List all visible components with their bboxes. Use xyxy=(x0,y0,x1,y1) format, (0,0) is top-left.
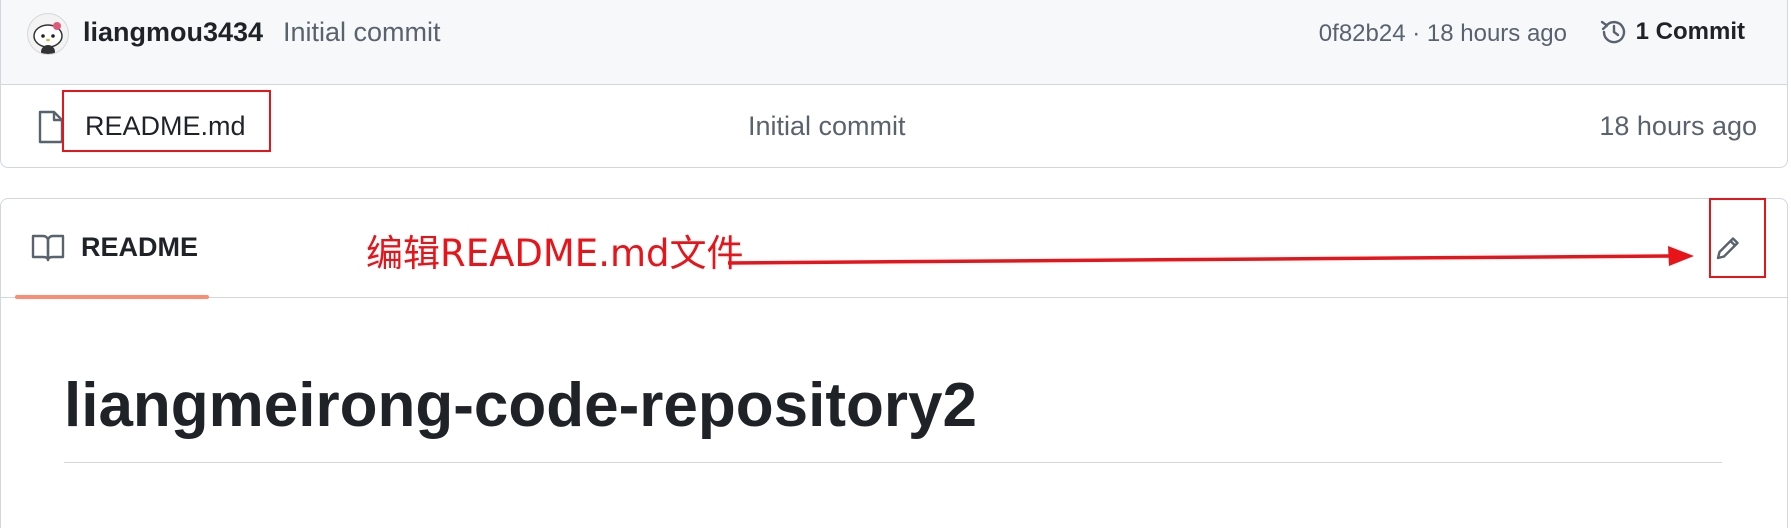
file-age: 18 hours ago xyxy=(1599,111,1757,141)
avatar[interactable] xyxy=(27,13,69,55)
readme-panel: README xyxy=(0,198,1788,528)
heading-divider xyxy=(64,462,1722,463)
commit-message[interactable]: Initial commit xyxy=(283,14,441,50)
latest-commit-bar: liangmou3434 Initial commit 0f82b24 · 18… xyxy=(1,0,1787,85)
annotation-label: 编辑README.md文件 xyxy=(366,232,744,275)
highlight-box-edit xyxy=(1709,198,1766,278)
readme-tab-label: README xyxy=(81,232,199,262)
file-commit-message[interactable]: Initial commit xyxy=(748,108,906,144)
readme-header: README xyxy=(1,199,1787,299)
book-icon xyxy=(31,234,65,262)
commits-history-link[interactable]: 1 Commit xyxy=(1598,12,1745,52)
commit-author[interactable]: liangmou3434 xyxy=(83,14,263,50)
commits-count: 1 Commit xyxy=(1635,18,1745,45)
tab-readme[interactable]: README xyxy=(15,199,209,299)
file-icon xyxy=(38,110,64,144)
readme-heading: liangmeirong-code-repository2 xyxy=(64,371,977,440)
commit-hash-time[interactable]: 0f82b24 · 18 hours ago xyxy=(1319,16,1567,52)
highlight-box-file xyxy=(62,90,271,152)
active-tab-underline xyxy=(15,295,209,299)
history-icon xyxy=(1600,20,1625,44)
